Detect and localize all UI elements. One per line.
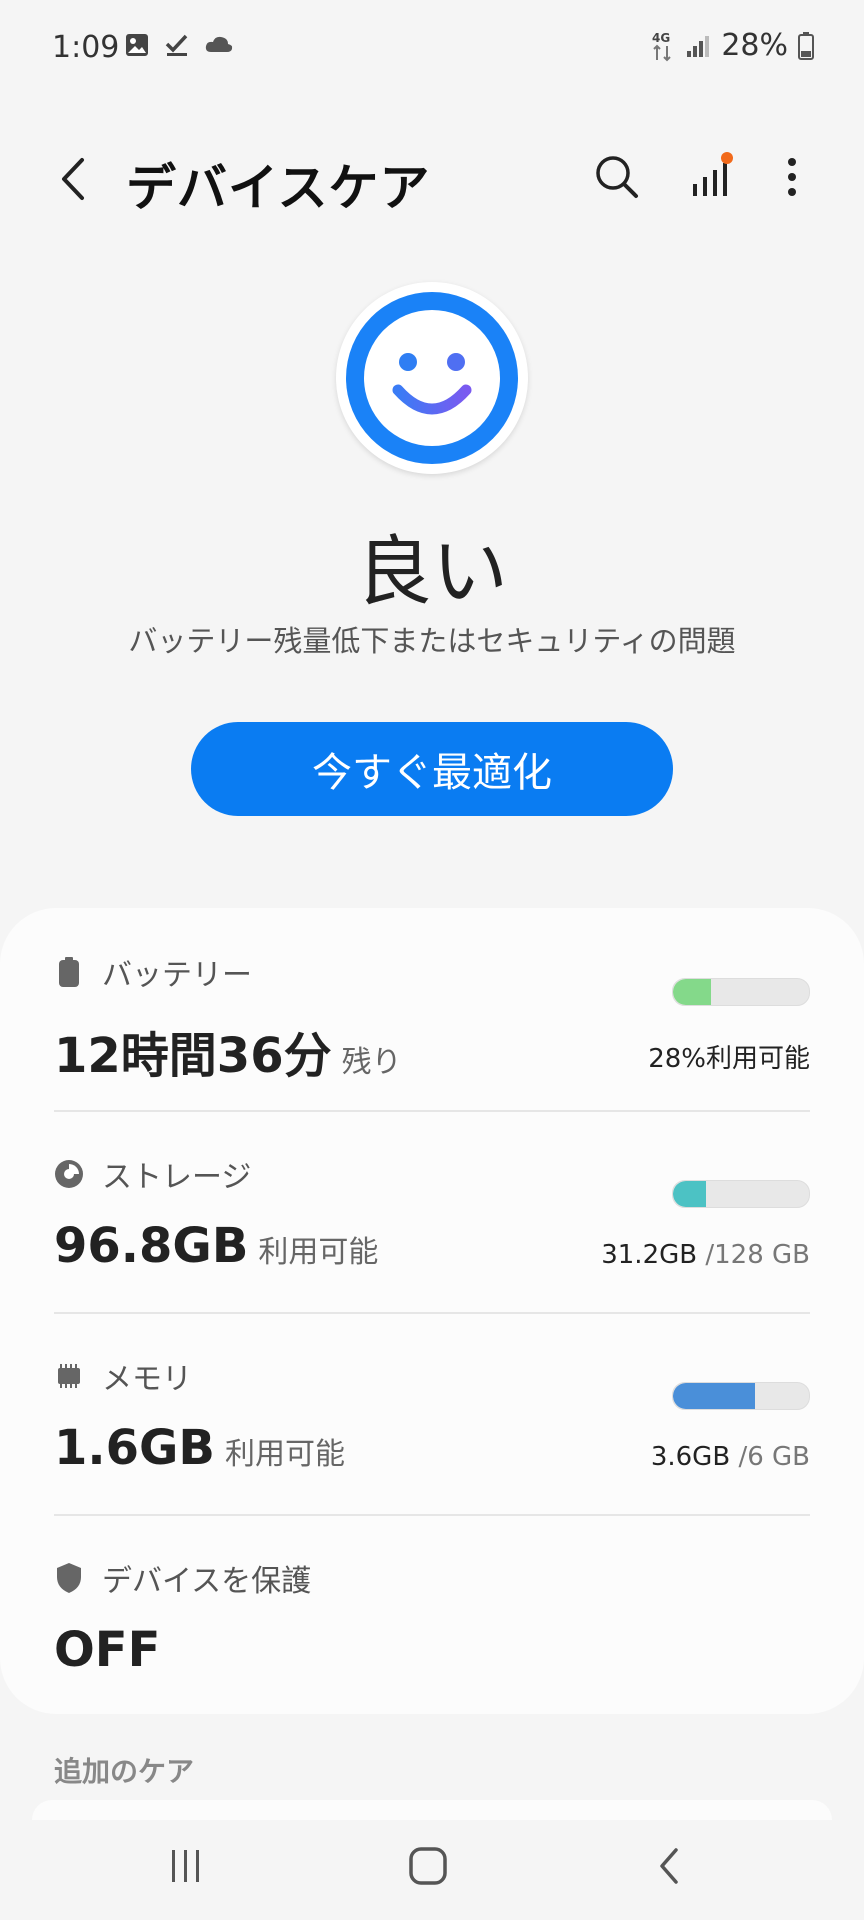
battery-time-remaining: 12時間36分 — [54, 1028, 332, 1084]
storage-available-suffix: 利用可能 — [258, 1235, 379, 1270]
divider — [54, 1110, 810, 1112]
battery-remaining-suffix: 残り — [341, 1045, 402, 1080]
optimize-now-button[interactable]: 今すぐ最適化 — [191, 722, 673, 816]
memory-available-suffix: 利用可能 — [225, 1437, 346, 1472]
more-vertical-icon — [788, 158, 796, 196]
diagnostics-button[interactable] — [686, 152, 736, 202]
storage-usage-fill — [673, 1181, 706, 1207]
shield-icon — [54, 1561, 84, 1595]
home-button[interactable] — [408, 1844, 448, 1888]
recent-apps-button[interactable] — [166, 1846, 206, 1886]
memory-total: /6 GB — [738, 1442, 810, 1472]
device-protection-status: OFF — [54, 1622, 161, 1678]
storage-usage-bar — [672, 1180, 810, 1208]
battery-section[interactable]: バッテリー 12時間36分 残り 28%利用可能 — [54, 950, 810, 1090]
storage-usage-text: 31.2GB /128 GB — [601, 1240, 810, 1270]
battery-icon — [54, 955, 84, 989]
storage-label: ストレージ — [102, 1160, 252, 1195]
network-4g-icon: 4G — [652, 31, 672, 61]
storage-available-value: 96.8GB — [54, 1218, 249, 1274]
divider — [54, 1514, 810, 1516]
memory-usage-bar — [672, 1382, 810, 1410]
additional-care-card — [32, 1800, 832, 1820]
memory-usage-fill — [673, 1383, 755, 1409]
back-arrow-icon — [660, 1848, 678, 1884]
more-options-button[interactable] — [770, 152, 814, 202]
battery-level-fill — [673, 979, 712, 1005]
signal-bars-icon — [693, 152, 733, 196]
page-title: デバイスケア — [126, 159, 431, 217]
search-button[interactable] — [592, 152, 642, 202]
memory-chip-icon — [54, 1359, 84, 1393]
storage-total: /128 GB — [705, 1240, 810, 1270]
device-summary-card: バッテリー 12時間36分 残り 28%利用可能 ストレージ 96.8GB 利用… — [0, 908, 864, 1714]
memory-available-value: 1.6GB — [54, 1420, 216, 1476]
back-button[interactable] — [50, 154, 100, 204]
notification-icons — [124, 32, 234, 58]
cloud-icon — [205, 36, 233, 52]
recent-apps-icon — [172, 1850, 199, 1882]
task-check-icon — [165, 34, 188, 56]
system-status-icons: 4G 28% — [651, 28, 814, 63]
memory-used: 3.6GB — [650, 1442, 731, 1472]
device-status-face — [336, 282, 528, 474]
smiley-icon — [392, 353, 472, 415]
additional-care-heading: 追加のケア — [54, 1755, 195, 1788]
memory-section[interactable]: メモリ 1.6GB 利用可能 3.6GB /6 GB — [54, 1354, 810, 1494]
battery-level-bar — [672, 978, 810, 1006]
battery-label: バッテリー — [102, 958, 252, 993]
status-bar: 1:09 4G 28% — [0, 0, 864, 96]
search-icon — [596, 156, 638, 198]
battery-icon — [798, 31, 814, 60]
gallery-icon — [126, 34, 148, 56]
battery-percent: 28% — [721, 28, 788, 63]
storage-section[interactable]: ストレージ 96.8GB 利用可能 31.2GB /128 GB — [54, 1152, 810, 1292]
app-bar: デバイスケア — [0, 130, 864, 230]
status-rating: 良い — [356, 527, 508, 616]
divider — [54, 1312, 810, 1314]
navigation-bar — [0, 1820, 864, 1920]
signal-strength-icon — [687, 35, 710, 57]
pie-chart-icon — [54, 1157, 84, 1191]
status-time: 1:09 — [52, 30, 120, 65]
svg-text:4G: 4G — [652, 31, 670, 45]
status-description: バッテリー残量低下またはセキュリティの問題 — [128, 624, 736, 658]
home-icon — [409, 1847, 447, 1885]
memory-label: メモリ — [102, 1362, 192, 1397]
nav-back-button[interactable] — [654, 1844, 684, 1888]
battery-available-text: 28%利用可能 — [648, 1044, 810, 1074]
storage-used: 31.2GB — [601, 1240, 698, 1270]
chevron-left-icon — [62, 158, 84, 200]
device-protection-section[interactable]: デバイスを保護 OFF — [54, 1556, 810, 1696]
device-protection-label: デバイスを保護 — [102, 1564, 312, 1599]
memory-usage-text: 3.6GB /6 GB — [651, 1442, 810, 1472]
